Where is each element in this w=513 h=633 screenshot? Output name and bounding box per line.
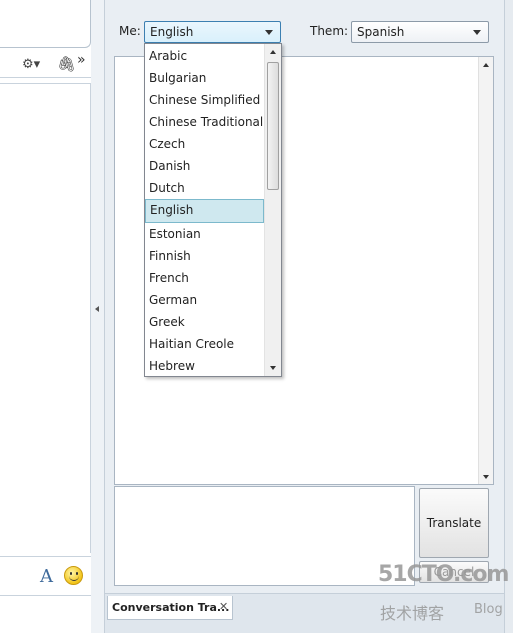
close-icon[interactable]: ✕ (219, 600, 228, 613)
scroll-up-icon[interactable] (483, 63, 489, 67)
them-language-value: Spanish (357, 25, 405, 39)
language-option[interactable]: French (145, 267, 264, 289)
scroll-thumb[interactable] (267, 62, 279, 190)
language-option[interactable]: English (145, 199, 264, 223)
translate-button[interactable]: Translate (419, 488, 489, 558)
translate-input[interactable] (114, 486, 415, 586)
tab-conversation-translator[interactable]: Conversation Tra... ✕ (107, 596, 233, 620)
language-option[interactable]: Dutch (145, 177, 264, 199)
language-dropdown: Arabic Bulgarian Chinese Simplified Chinese… (144, 43, 282, 377)
tab-strip: Conversation Tra... ✕ (105, 593, 505, 633)
language-option[interactable]: German (145, 289, 264, 311)
language-option[interactable]: Haitian Creole (145, 333, 264, 355)
language-option[interactable]: Greek (145, 311, 264, 333)
language-option[interactable]: Arabic (145, 45, 264, 67)
language-option[interactable]: Danish (145, 155, 264, 177)
overflow-chevron-icon[interactable]: » (77, 52, 86, 68)
language-option[interactable]: Hebrew (145, 355, 264, 377)
dropdown-scrollbar[interactable] (264, 44, 281, 376)
language-option[interactable]: Finnish (145, 245, 264, 267)
tab-label: Conversation Tra... (112, 601, 230, 614)
chevron-down-icon (265, 30, 273, 35)
cancel-button[interactable]: Cancel (419, 561, 489, 583)
me-label: Me: (119, 24, 141, 38)
scroll-up-icon[interactable] (270, 50, 276, 54)
font-icon[interactable]: A (40, 566, 53, 587)
window-edge (504, 0, 513, 633)
scroll-down-icon[interactable] (483, 475, 489, 479)
emoticon-icon[interactable] (64, 566, 83, 585)
language-option[interactable]: Estonian (145, 223, 264, 245)
scroll-down-icon[interactable] (270, 366, 276, 370)
language-option[interactable]: Chinese Traditional (145, 111, 264, 133)
attachment-icon[interactable]: 🖇 (57, 55, 76, 73)
people-icon[interactable]: ⚙▾ (22, 57, 40, 72)
chat-panel: ⚙▾ 🖇 » A (0, 0, 91, 633)
chat-history-area (0, 83, 91, 553)
chevron-down-icon (473, 30, 481, 35)
them-language-select[interactable]: Spanish (351, 21, 489, 43)
chat-header (0, 0, 91, 48)
collapse-arrow-icon[interactable] (95, 306, 99, 312)
language-option[interactable]: Chinese Simplified (145, 89, 264, 111)
chat-toolbar: ⚙▾ 🖇 » (0, 52, 91, 78)
me-language-value: English (150, 25, 194, 39)
them-label: Them: (310, 24, 349, 38)
language-option[interactable]: Czech (145, 133, 264, 155)
language-options: Arabic Bulgarian Chinese Simplified Chinese… (145, 45, 264, 377)
me-language-select[interactable]: English (144, 21, 281, 43)
panel-splitter[interactable] (91, 0, 104, 633)
conversation-scrollbar[interactable] (478, 57, 493, 484)
chat-compose-area[interactable]: A (0, 556, 91, 596)
language-option[interactable]: Bulgarian (145, 67, 264, 89)
